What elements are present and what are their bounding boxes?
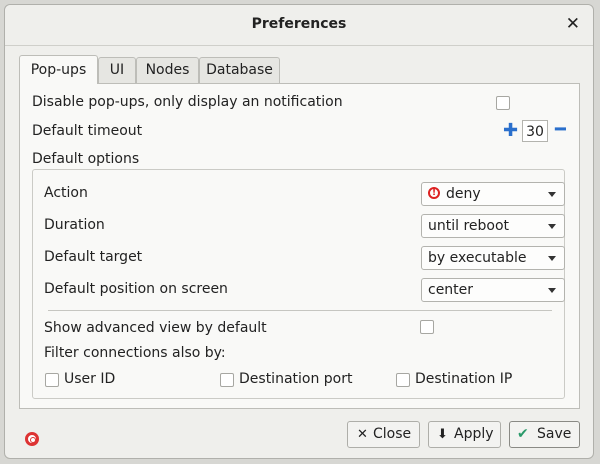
filter-user-id-label: User ID [64, 371, 116, 387]
filter-user-id-checkbox[interactable] [45, 373, 59, 387]
tab-popups[interactable]: Pop-ups [19, 55, 98, 84]
chevron-down-icon [548, 192, 556, 197]
save-check-icon: ✔ [517, 426, 529, 442]
tab-database[interactable]: Database [199, 57, 280, 83]
disable-popups-label: Disable pop-ups, only display an notific… [32, 94, 343, 110]
filter-dest-port-checkbox[interactable] [220, 373, 234, 387]
default-timeout-label: Default timeout [32, 123, 143, 139]
window-title: Preferences [251, 16, 347, 32]
filter-dest-port-label: Destination port [239, 371, 353, 387]
default-options-group: Action ! deny Duration until reboot Defa… [32, 169, 565, 399]
target-value: by executable [428, 250, 527, 266]
advanced-view-label: Show advanced view by default [44, 320, 267, 336]
duration-select[interactable]: until reboot [421, 214, 565, 238]
apply-button[interactable]: ⬇ Apply [428, 421, 501, 448]
help-icon[interactable] [25, 432, 39, 446]
deny-icon: ! [428, 187, 440, 199]
timeout-increase-icon[interactable]: ✚ [503, 122, 518, 140]
chevron-down-icon [548, 256, 556, 261]
save-button[interactable]: ✔ Save [509, 421, 580, 448]
timeout-decrease-icon[interactable]: ━ [555, 121, 566, 139]
default-options-label: Default options [32, 151, 140, 167]
chevron-down-icon [548, 224, 556, 229]
preferences-window: Preferences ✕ Pop-ups UI Nodes Database … [4, 4, 594, 459]
close-icon: ✕ [357, 427, 368, 442]
default-position-label: Default position on screen [44, 281, 228, 297]
disable-popups-checkbox[interactable] [496, 96, 510, 110]
titlebar: Preferences ✕ [5, 5, 593, 46]
default-target-select[interactable]: by executable [421, 246, 565, 270]
popups-panel: Disable pop-ups, only display an notific… [19, 83, 580, 409]
filter-dest-ip-checkbox[interactable] [396, 373, 410, 387]
advanced-view-checkbox[interactable] [420, 320, 434, 334]
filter-dest-ip-label: Destination IP [415, 371, 513, 387]
action-select[interactable]: ! deny [421, 182, 565, 206]
position-value: center [428, 282, 474, 298]
action-label: Action [44, 185, 88, 201]
duration-label: Duration [44, 217, 105, 233]
options-divider [48, 310, 552, 311]
filter-connections-label: Filter connections also by: [44, 345, 226, 361]
apply-icon: ⬇ [437, 427, 448, 442]
tab-ui[interactable]: UI [98, 57, 136, 83]
default-position-select[interactable]: center [421, 278, 565, 302]
chevron-down-icon [548, 288, 556, 293]
tab-nodes[interactable]: Nodes [136, 57, 199, 83]
default-target-label: Default target [44, 249, 143, 265]
timeout-input[interactable]: 30 [522, 120, 548, 142]
duration-value: until reboot [428, 218, 510, 234]
action-value: deny [446, 186, 481, 202]
close-button[interactable]: ✕ Close [347, 421, 420, 448]
close-window-icon[interactable]: ✕ [566, 14, 580, 34]
